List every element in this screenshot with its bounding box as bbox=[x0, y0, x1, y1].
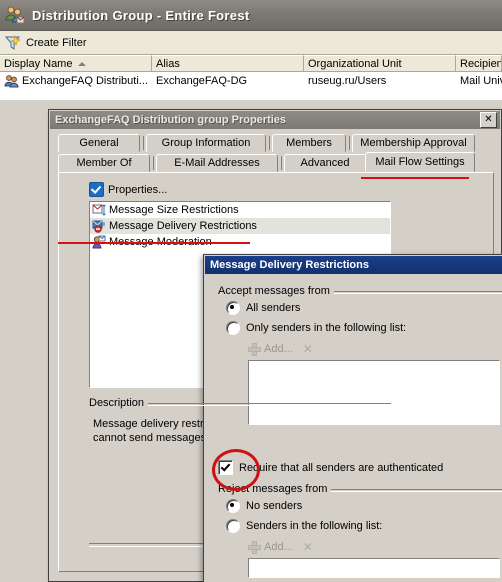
window-title: Distribution Group - Entire Forest bbox=[32, 7, 250, 23]
require-authenticated-row[interactable]: Require that all senders are authenticat… bbox=[218, 460, 443, 475]
tab-group-information[interactable]: Group Information bbox=[146, 134, 266, 152]
cell-alias: ExchangeFAQ-DG bbox=[156, 74, 248, 87]
column-header-organizational-unit[interactable]: Organizational Unit bbox=[304, 55, 456, 72]
accept-senders-listbox[interactable] bbox=[248, 360, 500, 425]
accept-group-label: Accept messages from bbox=[218, 285, 334, 297]
plus-icon[interactable] bbox=[248, 540, 261, 554]
radio-icon bbox=[226, 301, 240, 315]
properties-dialog-titlebar: ExchangeFAQ Distribution group Propertie… bbox=[50, 111, 500, 129]
tab-mail-flow-settings[interactable]: Mail Flow Settings bbox=[365, 152, 475, 172]
list-item-label: Message Size Restrictions bbox=[109, 204, 239, 216]
tab-separator bbox=[153, 156, 154, 170]
message-moderation-icon bbox=[92, 235, 106, 249]
message-delivery-icon bbox=[92, 219, 106, 233]
accept-add-button[interactable]: Add... bbox=[264, 343, 293, 355]
radio-icon bbox=[226, 321, 240, 335]
radio-label: No senders bbox=[246, 500, 303, 512]
radio-no-senders[interactable]: No senders bbox=[218, 497, 502, 515]
tab-membership-approval[interactable]: Membership Approval bbox=[352, 134, 475, 152]
tab-strip: General Group Information Members Member… bbox=[58, 132, 498, 172]
list-item[interactable]: Message Size Restrictions bbox=[90, 202, 390, 218]
plus-icon[interactable] bbox=[248, 342, 261, 356]
remove-x-icon[interactable]: ✕ bbox=[303, 541, 313, 553]
tab-general[interactable]: General bbox=[58, 134, 140, 152]
radio-all-senders[interactable]: All senders bbox=[218, 299, 502, 317]
tab-separator bbox=[269, 136, 270, 150]
radio-label: All senders bbox=[246, 302, 301, 314]
tab-row-2: Member Of E-Mail Addresses Advanced Mail… bbox=[58, 152, 498, 172]
table-row[interactable]: ExchangeFAQ Distributi... ExchangeFAQ-DG… bbox=[0, 72, 502, 89]
group-icon bbox=[4, 74, 19, 88]
tab-advanced[interactable]: Advanced bbox=[284, 154, 366, 172]
radio-senders-in-list[interactable]: Senders in the following list: bbox=[218, 517, 502, 535]
column-header-recipient[interactable]: Recipient bbox=[456, 55, 502, 72]
radio-icon bbox=[226, 499, 240, 513]
properties-button-label: Properties... bbox=[108, 183, 168, 196]
delivery-dialog-titlebar: Message Delivery Restrictions bbox=[205, 256, 502, 274]
tab-members[interactable]: Members bbox=[272, 134, 346, 152]
toolbar: Create Filter bbox=[0, 31, 502, 55]
cell-display-name: ExchangeFAQ Distributi... bbox=[0, 74, 152, 88]
reject-messages-group: Reject messages from No senders Senders … bbox=[218, 483, 502, 578]
cell-text: ExchangeFAQ Distributi... bbox=[22, 74, 148, 87]
tab-member-of[interactable]: Member Of bbox=[58, 154, 150, 172]
reject-add-row: Add... ✕ bbox=[248, 538, 502, 556]
accept-add-row: Add... ✕ bbox=[248, 340, 502, 358]
tab-row-1: General Group Information Members Member… bbox=[58, 132, 498, 152]
column-header-label: Display Name bbox=[4, 57, 73, 70]
tab-separator bbox=[143, 136, 144, 150]
tab-separator bbox=[281, 156, 282, 170]
remove-x-icon[interactable]: ✕ bbox=[303, 343, 313, 355]
create-filter-label[interactable]: Create Filter bbox=[26, 37, 87, 49]
properties-button[interactable]: Properties... bbox=[89, 182, 167, 197]
require-authenticated-label: Require that all senders are authenticat… bbox=[239, 461, 444, 474]
radio-only-senders-in-list[interactable]: Only senders in the following list: bbox=[218, 319, 502, 337]
reject-senders-listbox[interactable] bbox=[248, 558, 500, 578]
list-item[interactable]: Message Delivery Restrictions bbox=[90, 218, 390, 234]
tab-separator bbox=[349, 136, 350, 150]
column-header-alias[interactable]: Alias bbox=[152, 55, 304, 72]
funnel-icon[interactable] bbox=[4, 34, 22, 52]
tab-e-mail-addresses[interactable]: E-Mail Addresses bbox=[156, 154, 278, 172]
blue-check-icon bbox=[89, 182, 104, 197]
cell-recipient: Mail Unive bbox=[460, 74, 502, 87]
column-header-display-name[interactable]: Display Name bbox=[0, 55, 152, 72]
distribution-group-icon bbox=[4, 4, 26, 26]
list-item-label: Message Delivery Restrictions bbox=[109, 220, 257, 232]
description-group-label: Description bbox=[89, 397, 149, 409]
radio-label: Senders in the following list: bbox=[246, 520, 383, 532]
message-size-icon bbox=[92, 203, 106, 217]
reject-add-button[interactable]: Add... bbox=[264, 541, 293, 553]
close-icon[interactable]: ✕ bbox=[480, 112, 497, 128]
cell-organizational-unit: ruseug.ru/Users bbox=[308, 74, 387, 87]
reject-group-label: Reject messages from bbox=[218, 483, 332, 495]
require-authenticated-checkbox[interactable] bbox=[218, 460, 233, 475]
message-delivery-restrictions-dialog: Message Delivery Restrictions Accept mes… bbox=[203, 254, 502, 582]
list-item-label: Message Moderation bbox=[109, 236, 212, 248]
delivery-dialog-title: Message Delivery Restrictions bbox=[210, 259, 369, 271]
sort-ascending-icon bbox=[78, 61, 87, 66]
properties-dialog-title: ExchangeFAQ Distribution group Propertie… bbox=[55, 114, 287, 126]
listview-header: Display Name Alias Organizational Unit R… bbox=[0, 55, 502, 72]
radio-label: Only senders in the following list: bbox=[246, 322, 407, 334]
radio-icon bbox=[226, 519, 240, 533]
list-item[interactable]: Message Moderation bbox=[90, 234, 390, 250]
window-titlebar: Distribution Group - Entire Forest bbox=[0, 0, 502, 31]
